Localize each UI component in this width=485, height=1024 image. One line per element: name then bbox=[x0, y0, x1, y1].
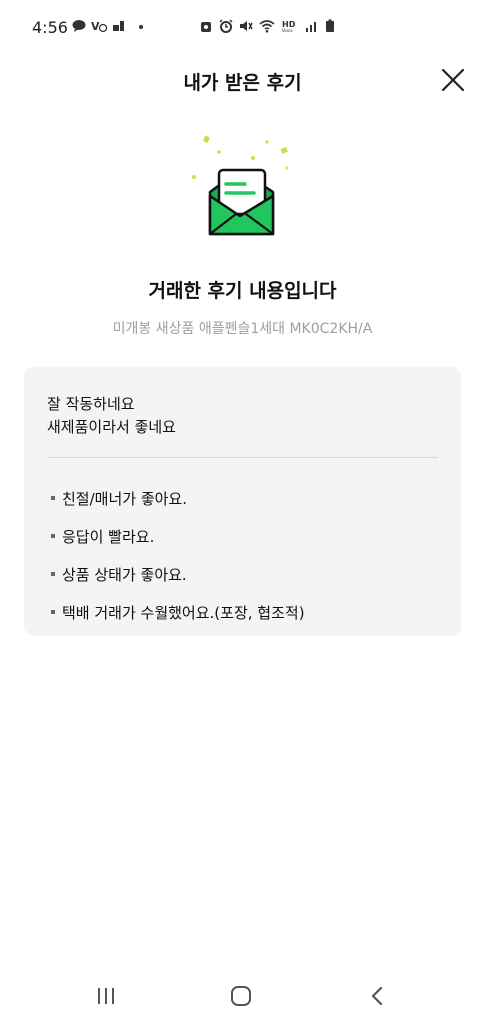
dot-icon bbox=[139, 25, 143, 29]
app-icon bbox=[113, 21, 124, 31]
bullet bbox=[51, 496, 55, 500]
hero-illustration bbox=[188, 130, 292, 240]
system-nav-bar bbox=[0, 968, 485, 1024]
review-tags: 친절/매너가 좋아요. 응답이 빨라요. 상품 상태가 좋아요. 택배 거래가 … bbox=[47, 479, 305, 631]
review-tag-label: 택배 거래가 수월했어요.(포장, 협조적) bbox=[62, 603, 305, 622]
back-icon bbox=[371, 986, 383, 1006]
review-tag: 택배 거래가 수월했어요.(포장, 협조적) bbox=[47, 593, 305, 631]
svg-text:Voice: Voice bbox=[282, 28, 293, 33]
envelope-letter-icon bbox=[192, 135, 289, 236]
bullet bbox=[51, 534, 55, 538]
review-tag: 응답이 빨라요. bbox=[47, 517, 305, 555]
review-text: 잘 작동하네요 새제품이라서 좋네요 bbox=[47, 393, 176, 439]
svg-text:V: V bbox=[91, 20, 100, 33]
close-icon bbox=[441, 68, 465, 92]
status-left-icons: V bbox=[72, 19, 151, 33]
status-right-icons: HD Voice bbox=[199, 19, 335, 33]
hd-voice-icon: HDVoice bbox=[282, 20, 296, 33]
review-tag-label: 응답이 빨라요. bbox=[62, 527, 155, 546]
review-text-line: 잘 작동하네요 bbox=[47, 395, 135, 413]
headline: 거래한 후기 내용입니다 bbox=[148, 280, 337, 302]
review-card: 잘 작동하네요 새제품이라서 좋네요 친절/매너가 좋아요. 응답이 빨라요. … bbox=[24, 367, 461, 636]
review-tag-label: 상품 상태가 좋아요. bbox=[62, 565, 187, 584]
wifi-icon bbox=[259, 20, 275, 33]
home-button[interactable] bbox=[221, 980, 261, 1012]
signal-icon bbox=[306, 22, 316, 32]
home-icon bbox=[231, 986, 251, 1006]
review-tag: 상품 상태가 좋아요. bbox=[47, 555, 305, 593]
recent-apps-button[interactable] bbox=[86, 980, 126, 1012]
header: 내가 받은 후기 bbox=[0, 58, 485, 104]
bullet bbox=[51, 610, 55, 614]
divider bbox=[47, 457, 438, 458]
status-bar: 4:56 V HD Voice bbox=[0, 0, 485, 56]
alarm-icon bbox=[219, 19, 233, 33]
volte-icon: V bbox=[91, 20, 107, 33]
product-name: 미개봉 새상품 애플펜슬1세대 MK0C2KH/A bbox=[112, 321, 373, 337]
page-title: 내가 받은 후기 bbox=[183, 72, 302, 94]
mute-icon bbox=[240, 21, 253, 31]
recent-apps-icon bbox=[98, 988, 114, 1004]
lock-icon bbox=[201, 22, 211, 32]
back-button[interactable] bbox=[357, 980, 397, 1012]
bullet bbox=[51, 572, 55, 576]
talk-icon bbox=[72, 20, 86, 32]
close-button[interactable] bbox=[437, 64, 469, 96]
review-tag: 친절/매너가 좋아요. bbox=[47, 479, 305, 517]
battery-icon bbox=[326, 19, 334, 32]
status-time: 4:56 bbox=[32, 18, 68, 37]
review-text-line: 새제품이라서 좋네요 bbox=[47, 418, 176, 436]
review-tag-label: 친절/매너가 좋아요. bbox=[62, 489, 187, 508]
